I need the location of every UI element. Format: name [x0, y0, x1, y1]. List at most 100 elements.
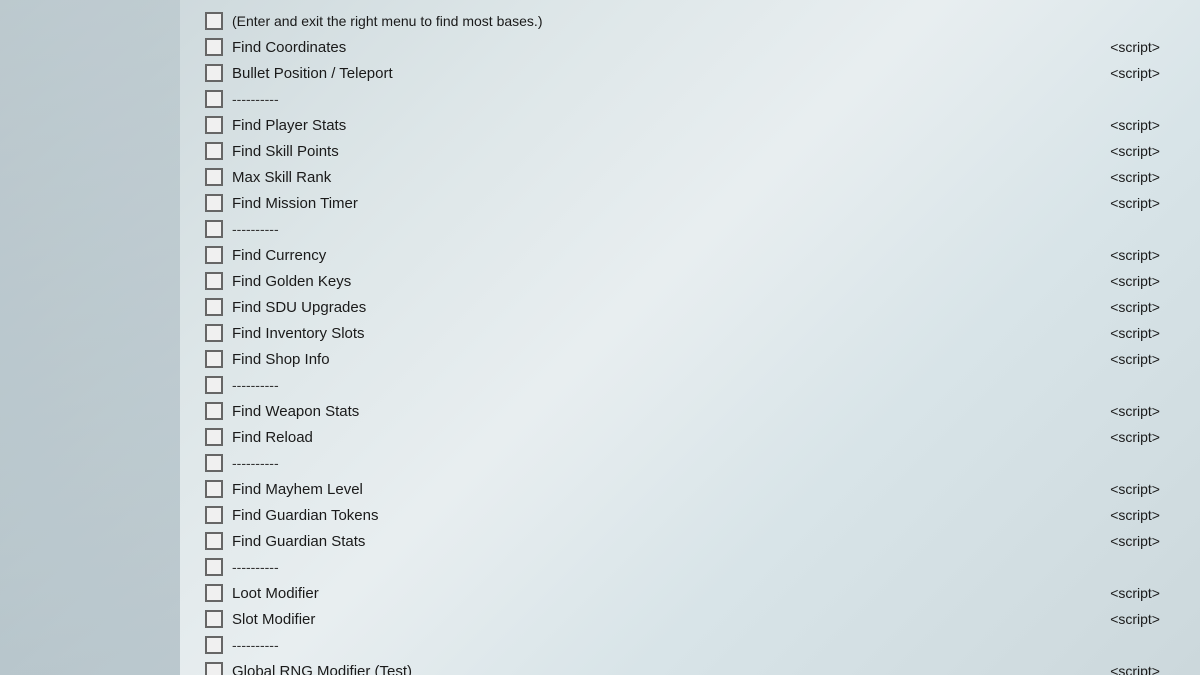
- row-label: Find Golden Keys: [228, 273, 1080, 290]
- row-label: Global RNG Modifier (Test): [228, 663, 1080, 675]
- checkbox-cell: [200, 402, 228, 420]
- list-item: Global RNG Modifier (Test)<script>: [200, 658, 1180, 675]
- checkbox-cell: [200, 272, 228, 290]
- row-checkbox[interactable]: [205, 168, 223, 186]
- checkbox-cell: [200, 90, 228, 108]
- row-label: Slot Modifier: [228, 611, 1080, 628]
- checkbox-cell: [200, 142, 228, 160]
- separator-label: ----------: [228, 377, 1080, 393]
- row-checkbox[interactable]: [205, 142, 223, 160]
- list-item: Find Currency<script>: [200, 242, 1180, 268]
- script-label: <script>: [1080, 169, 1180, 185]
- row-checkbox[interactable]: [205, 298, 223, 316]
- list-item: Find Golden Keys<script>: [200, 268, 1180, 294]
- row-label: Find Mission Timer: [228, 195, 1080, 212]
- list-item: Max Skill Rank<script>: [200, 164, 1180, 190]
- row-checkbox[interactable]: [205, 38, 223, 56]
- checkbox-cell: [200, 194, 228, 212]
- row-checkbox[interactable]: [205, 506, 223, 524]
- row-checkbox[interactable]: [205, 584, 223, 602]
- row-checkbox[interactable]: [205, 220, 223, 238]
- checkbox-cell: [200, 298, 228, 316]
- list-item: ----------: [200, 450, 1180, 476]
- script-label: <script>: [1080, 143, 1180, 159]
- left-panel: [0, 0, 180, 675]
- row-checkbox[interactable]: [205, 454, 223, 472]
- row-label: Find Inventory Slots: [228, 325, 1080, 342]
- checkbox-cell: [200, 532, 228, 550]
- script-label: <script>: [1080, 273, 1180, 289]
- row-checkbox[interactable]: [205, 402, 223, 420]
- list-item: Find Inventory Slots<script>: [200, 320, 1180, 346]
- row-checkbox[interactable]: [205, 480, 223, 498]
- row-checkbox[interactable]: [205, 532, 223, 550]
- list-item: Find Skill Points<script>: [200, 138, 1180, 164]
- checkbox-cell: [200, 610, 228, 628]
- list-item: Find SDU Upgrades<script>: [200, 294, 1180, 320]
- separator-label: ----------: [228, 91, 1080, 107]
- checkbox-cell: [200, 558, 228, 576]
- list-item: Bullet Position / Teleport<script>: [200, 60, 1180, 86]
- list-item: ----------: [200, 216, 1180, 242]
- script-label: <script>: [1080, 507, 1180, 523]
- checkbox-cell: [200, 246, 228, 264]
- checkbox-cell: [200, 584, 228, 602]
- row-checkbox[interactable]: [205, 246, 223, 264]
- checkbox-cell: [200, 636, 228, 654]
- checkbox-cell: [200, 350, 228, 368]
- checkbox-cell: [200, 376, 228, 394]
- row-checkbox[interactable]: [205, 12, 223, 30]
- script-label: <script>: [1080, 247, 1180, 263]
- checkbox-cell: [200, 168, 228, 186]
- script-label: <script>: [1080, 533, 1180, 549]
- list-item: Find Coordinates<script>: [200, 34, 1180, 60]
- checkbox-cell: [200, 38, 228, 56]
- checkbox-cell: [200, 428, 228, 446]
- list-item: Loot Modifier<script>: [200, 580, 1180, 606]
- script-label: <script>: [1080, 663, 1180, 675]
- row-label: Loot Modifier: [228, 585, 1080, 602]
- row-checkbox[interactable]: [205, 376, 223, 394]
- row-checkbox[interactable]: [205, 662, 223, 675]
- list-item: ----------: [200, 86, 1180, 112]
- row-checkbox[interactable]: [205, 350, 223, 368]
- script-label: <script>: [1080, 195, 1180, 211]
- list-item: Find Mission Timer<script>: [200, 190, 1180, 216]
- row-checkbox[interactable]: [205, 64, 223, 82]
- row-checkbox[interactable]: [205, 558, 223, 576]
- script-label: <script>: [1080, 403, 1180, 419]
- row-checkbox[interactable]: [205, 428, 223, 446]
- row-checkbox[interactable]: [205, 90, 223, 108]
- row-label: Find Guardian Stats: [228, 533, 1080, 550]
- list-item: Find Mayhem Level<script>: [200, 476, 1180, 502]
- list-item: (Enter and exit the right menu to find m…: [200, 8, 1180, 34]
- script-label: <script>: [1080, 117, 1180, 133]
- script-label: <script>: [1080, 351, 1180, 367]
- script-label: <script>: [1080, 585, 1180, 601]
- row-label: Find Reload: [228, 429, 1080, 446]
- list-item: Find Shop Info<script>: [200, 346, 1180, 372]
- checkbox-cell: [200, 116, 228, 134]
- script-label: <script>: [1080, 39, 1180, 55]
- list-item: Find Guardian Tokens<script>: [200, 502, 1180, 528]
- row-checkbox[interactable]: [205, 610, 223, 628]
- script-label: <script>: [1080, 65, 1180, 81]
- list-item: Slot Modifier<script>: [200, 606, 1180, 632]
- list-item: ----------: [200, 372, 1180, 398]
- list-item: ----------: [200, 554, 1180, 580]
- row-checkbox[interactable]: [205, 272, 223, 290]
- checkbox-cell: [200, 64, 228, 82]
- row-checkbox[interactable]: [205, 194, 223, 212]
- row-checkbox[interactable]: [205, 636, 223, 654]
- row-label: Find Weapon Stats: [228, 403, 1080, 420]
- separator-label: ----------: [228, 559, 1080, 575]
- checkbox-cell: [200, 480, 228, 498]
- separator-label: ----------: [228, 455, 1080, 471]
- row-checkbox[interactable]: [205, 116, 223, 134]
- list-item: Find Guardian Stats<script>: [200, 528, 1180, 554]
- row-checkbox[interactable]: [205, 324, 223, 342]
- checkbox-cell: [200, 220, 228, 238]
- script-label: <script>: [1080, 611, 1180, 627]
- checkbox-cell: [200, 506, 228, 524]
- script-label: <script>: [1080, 325, 1180, 341]
